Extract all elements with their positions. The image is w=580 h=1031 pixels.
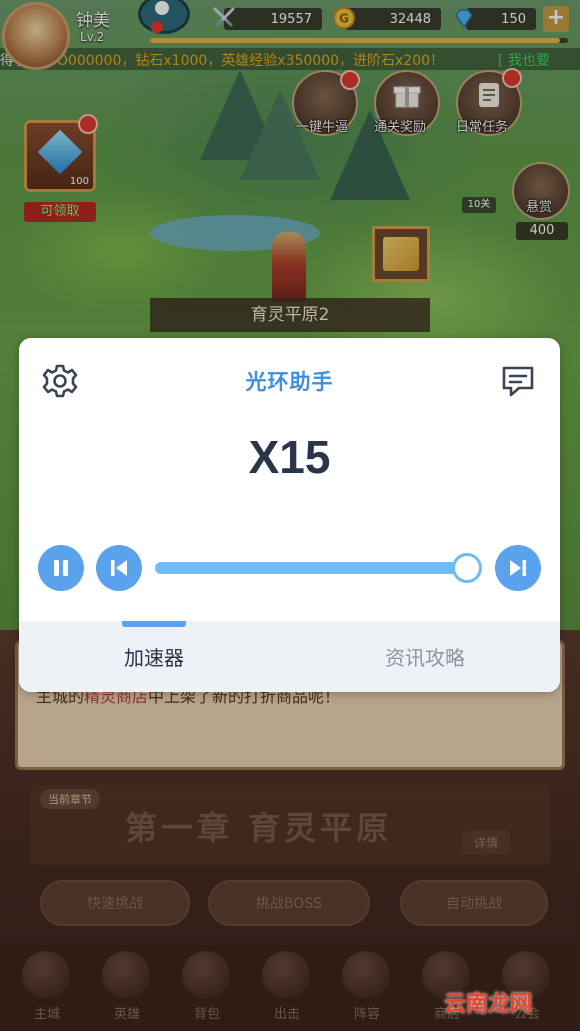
speed-slider-track[interactable] [155, 562, 467, 574]
assistant-title: 光环助手 [245, 370, 334, 394]
assistant-tab-bar: 加速器 资讯攻略 [19, 621, 560, 692]
pause-button[interactable] [38, 545, 84, 591]
pause-icon [54, 560, 68, 576]
skip-back-icon [111, 560, 127, 576]
chat-bubble-icon[interactable] [499, 362, 537, 400]
previous-button[interactable] [96, 545, 142, 591]
skip-forward-icon [510, 560, 526, 576]
tab-news-guides[interactable]: 资讯攻略 [290, 621, 560, 692]
watermark-logo: 云南龙网 [444, 992, 533, 1017]
tab-accelerator[interactable]: 加速器 [19, 621, 289, 692]
next-button[interactable] [495, 545, 541, 591]
speed-slider-thumb[interactable] [452, 553, 482, 583]
active-tab-indicator [122, 621, 186, 627]
assistant-panel: 光环助手 X15 加速器 资讯攻略 [19, 338, 560, 692]
speed-value: X15 [248, 431, 331, 483]
